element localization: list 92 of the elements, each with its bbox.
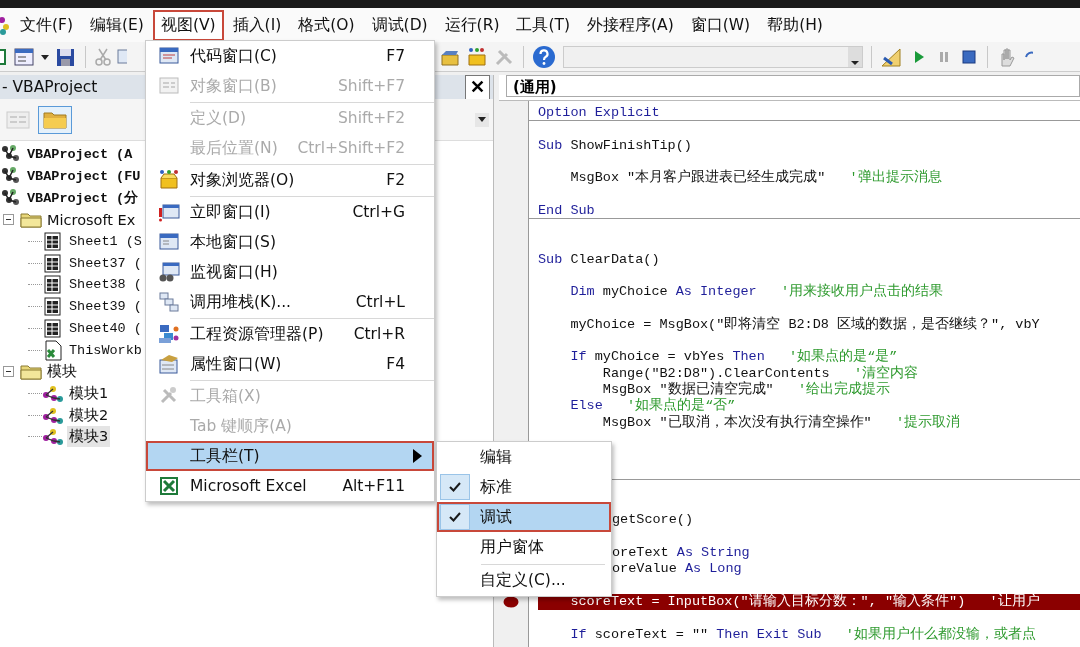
menu-item[interactable]: Microsoft Excel Alt+F11 [146,471,434,501]
box-icon [158,169,180,191]
tree-item[interactable]: Sheet40 ( [67,319,144,337]
toggle-folders-button[interactable] [38,105,72,134]
check-icon [449,512,461,522]
code-line: Dim myChoice As Integer '用来接收用户点击的结果 [570,284,944,301]
menu-item[interactable]: 工具(T) [508,9,579,41]
glasses-icon [158,261,180,283]
tree-item[interactable]: Sheet37 ( [67,254,144,272]
code-line: End Sub [538,202,595,220]
sheet-icon [42,252,64,274]
scroll-button[interactable] [475,112,489,127]
menu-item[interactable]: 调用堆栈(K)... Ctrl+L [146,287,434,317]
menu-item[interactable]: 格式(O) [290,9,363,41]
menu-item[interactable]: 工具栏(T) [146,441,434,471]
menu-item[interactable]: 属性窗口(W) F4 [146,349,434,379]
tree-item[interactable]: VBAProject (FU [25,168,143,186]
menu-item[interactable]: 编辑 [437,442,611,472]
code-line: Sub ClearData() [538,251,660,268]
menu-item[interactable]: 视图(V) [152,9,224,41]
menu-item[interactable]: 调试 [437,502,611,532]
explorer-icon [158,323,180,345]
menu-item[interactable]: 本地窗口(S) [146,227,434,257]
code-line: If myChoice = vbYes Then '如果点的是“是” [570,349,898,365]
form-icon[interactable] [13,46,35,67]
menu-item[interactable]: 窗口(W) [682,9,759,41]
code-line: MsgBox "数据已清空完成" '给出完成提示 [602,382,891,398]
code-line: If scoreText = "" Then Exit Sub '如果用户什么都没输，或者点 [570,626,1036,643]
menu-item[interactable]: 监视窗口(H) [146,257,434,287]
menu-item[interactable]: 帮助(H) [759,9,831,41]
check-icon [449,482,461,492]
object-dropdown[interactable]: (通用) [506,75,1080,97]
menu-item[interactable]: 立即窗口(I) Ctrl+G [146,197,434,227]
caret-icon [478,116,486,123]
menu-item[interactable]: 插入(I) [224,9,290,41]
code-line: Range("B2:D8").ClearContents '清空内容 [602,365,919,381]
code-line: getScore() [612,512,693,529]
app-icon[interactable] [0,15,10,35]
menu-item[interactable]: 调试(D) [363,9,436,41]
design-mode-icon[interactable] [880,45,904,68]
collapse-toggle[interactable] [3,366,14,378]
tree-item[interactable]: 模块1 [67,382,111,404]
sheet-icon [42,274,64,296]
menu-item[interactable]: 工程资源管理器(P) Ctrl+R [146,319,434,349]
sheet-icon [42,231,64,253]
menu-item[interactable]: 对象浏览器(O) F2 [146,165,434,195]
code-line: oreText As String [612,545,750,562]
sheet-icon [42,296,64,318]
tree-item[interactable]: Sheet39 ( [67,298,144,316]
menu-item[interactable]: 标准 [437,472,611,502]
code-line: MsgBox "已取消，本次没有执行清空操作" '提示取消 [602,414,961,431]
code-line: Else '如果点的是“否” [570,398,736,414]
properties-icon [158,353,180,375]
stack-icon [158,291,180,313]
sheet-icon [42,317,64,339]
menu-item[interactable]: 自定义(C)... [437,565,611,596]
toolbox-icon[interactable] [466,45,488,68]
workbook-icon [42,339,64,361]
tree-item[interactable]: 模块3 [67,426,111,448]
breakpoint-icon[interactable] [503,595,519,608]
close-button[interactable]: ✕ [465,74,490,100]
tree-item[interactable]: ThisWorkb [67,341,144,359]
tree-item[interactable]: 模块2 [67,404,111,426]
tree-item[interactable]: 模块 [45,361,79,383]
help-icon[interactable] [532,44,556,69]
pane-title: - VBAProject [1,78,98,96]
submenu-arrow-icon [413,449,422,463]
menu-item[interactable]: 用户窗体 [437,532,611,562]
tree-item[interactable]: VBAProject (A [25,146,135,164]
excel-icon [158,475,180,497]
window-alert-icon [158,201,180,223]
menu-item[interactable]: 外接程序(A) [579,9,682,41]
code-line: MsgBox "本月客户跟进表已经生成完成" '弹出提示消息 [570,170,942,187]
tree-item[interactable]: Microsoft Ex [45,210,138,229]
collapse-toggle[interactable] [3,214,14,226]
code-line: Sub ShowFinishTip() [538,137,692,154]
window-icon [158,231,180,253]
tree-item[interactable]: VBAProject (分 [25,188,141,209]
code-line: oreValue As Long [612,561,742,578]
module-icon [42,426,64,448]
save-icon[interactable] [55,46,77,67]
excel-icon[interactable] [0,46,8,67]
menu-item[interactable]: 编辑(E) [82,9,152,41]
menu-item[interactable]: 文件(F) [12,9,81,41]
tree-item[interactable]: Sheet38 ( [67,276,144,294]
code-line: Option Explicit [538,105,660,122]
tree-item[interactable]: Sheet1 (S [67,233,144,251]
folder-icon [43,109,67,130]
code-line: myChoice = MsgBox("即将清空 B2:D8 区域的数据，是否继续？", vbY [570,316,1040,334]
form-window-icon [158,75,180,97]
menu-item[interactable]: 运行(R) [436,9,508,41]
code-window-icon [158,45,180,67]
